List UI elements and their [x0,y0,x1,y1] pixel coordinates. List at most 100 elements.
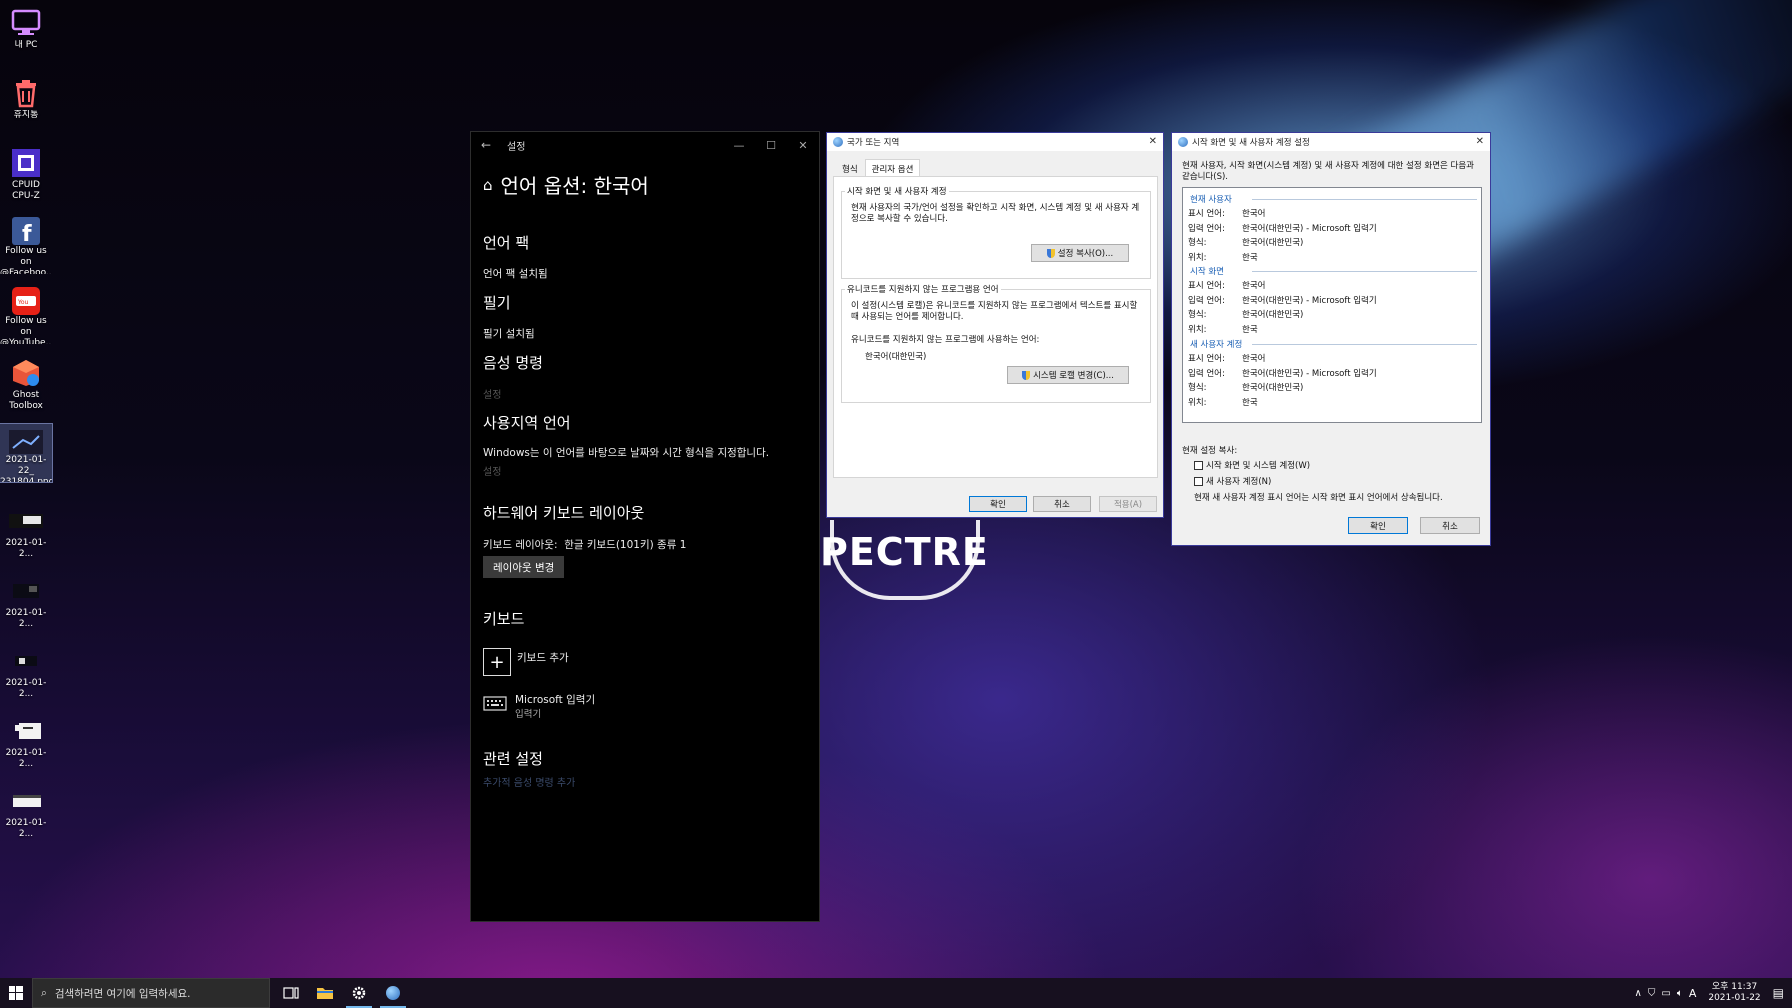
start-button[interactable] [0,978,32,1008]
summary-row-key: 형식: [1188,383,1207,393]
summary-section-heading: 새 사용자 계정 [1190,340,1243,350]
summary-row-key: 위치: [1188,324,1207,335]
desktop-icon-file-3[interactable]: 2021-01-2... [0,640,52,702]
apply-button[interactable]: 적용(A) [1099,496,1157,512]
checkbox-new-user[interactable]: 새 사용자 계정(N) [1194,475,1271,487]
svg-text:f: f [22,222,32,246]
summary-section-heading: 시작 화면 [1190,267,1224,277]
copy-dialog-title: 시작 화면 및 새 사용자 계정 설정 [1192,138,1310,148]
cancel-button[interactable]: 취소 [1420,517,1480,534]
related-link[interactable]: 추가적 음성 명령 추가 [483,774,575,789]
page-title-text: 언어 옵션: 한국어 [500,174,649,198]
copy-dialog-intro: 현재 사용자, 시작 화면(시스템 계정) 및 새 사용자 계정에 대한 설정 … [1182,161,1475,182]
desktop-icon-file-2[interactable]: 2021-01-2... [0,570,52,632]
page-title: ⌂ 언어 옵션: 한국어 [483,170,649,199]
wallpaper-logo-text: PECTRE [820,530,989,574]
region-taskbar-button[interactable] [376,978,410,1008]
settings-window: ← 설정 — ☐ ✕ ⌂ 언어 옵션: 한국어 언어 팩 언어 팩 설치됨 필기… [470,131,820,922]
summary-row-value: 한국어(대한민국) - Microsoft 입력기 [1242,223,1377,234]
clock-time: 오후 11:37 [1711,982,1758,992]
region-description: Windows는 이 언어를 바탕으로 날짜와 시간 형식을 지정합니다. [483,447,770,459]
related-settings-heading: 관련 설정 [483,750,543,768]
cancel-button[interactable]: 취소 [1033,496,1091,512]
checkbox-box [1194,477,1203,486]
clock[interactable]: 오후 11:37 2021-01-22 [1702,982,1766,1004]
checkbox-welcome-system[interactable]: 시작 화면 및 시스템 계정(W) [1194,459,1310,471]
change-system-locale-button[interactable]: 시스템 로캘 변경(C)... [1007,366,1129,384]
desktop-icon-screenshot-selected[interactable]: 2021-01-22_ 231804.png [0,423,53,483]
region-settings-link[interactable]: 설정 [483,463,501,478]
summary-row-key: 위치: [1188,397,1207,408]
volume-icon[interactable]: 🔈︎ [1677,988,1683,999]
change-layout-button[interactable]: 레이아웃 변경 [483,556,565,578]
home-icon: ⌂ [483,175,493,194]
desktop-icon-file-4[interactable]: 2021-01-2... [0,710,52,772]
language-pack-heading: 언어 팩 [483,234,530,252]
speech-settings-link[interactable]: 설정 [483,386,501,401]
desktop-icon-recycle-bin[interactable]: 휴지통 [0,72,52,134]
desktop-icon-cpu-z[interactable]: CPUID CPU-Z [0,142,52,204]
checkbox-box [1194,461,1203,470]
taskbar-search-box[interactable]: ⌕ 검색하려면 여기에 입력하세요. [32,978,270,1008]
summary-row-value: 한국어 [1242,209,1266,219]
ok-button[interactable]: 확인 [969,496,1027,512]
desktop-icon-youtube[interactable]: You Follow us on @YouTube... [0,282,52,344]
copy-settings-button[interactable]: 설정 복사(O)... [1031,244,1129,262]
notification-icon[interactable]: ▤ [1773,986,1784,1000]
close-icon[interactable]: ✕ [787,139,819,152]
settings-taskbar-button[interactable] [342,978,376,1008]
region-dialog: 국가 또는 지역 ✕ 형식 관리자 옵션 시작 화면 및 새 사용자 계정 현재… [826,132,1164,518]
security-icon[interactable]: ⛉ [1648,988,1656,999]
ime-indicator[interactable]: A [1689,987,1697,1000]
desktop-icon-file-1[interactable]: 2021-01-2... [0,500,52,562]
desktop-icon-facebook[interactable]: f Follow us on @Faceboo... [0,212,52,274]
chevron-up-icon[interactable]: ∧ [1635,988,1642,999]
desktop-icon-my-pc[interactable]: 내 PC [0,2,52,64]
summary-row-key: 입력 언어: [1188,223,1225,234]
windows-logo-icon [9,986,23,1000]
desktop-icon-ghost-toolbox[interactable]: Ghost Toolbox [0,352,52,414]
task-view-button[interactable] [274,978,308,1008]
image-file-icon [9,574,43,608]
monitor-icon [9,6,43,40]
folder-icon [317,988,333,999]
ime-name[interactable]: Microsoft 입력기 [515,692,595,707]
current-language-label: 유니코드를 지원하지 않는 프로그램에 사용하는 언어: [851,335,1040,345]
add-keyboard-label[interactable]: 키보드 추가 [517,650,569,665]
summary-row-key: 형식: [1188,310,1207,320]
summary-row-value: 한국 [1242,252,1258,263]
inherit-note: 현재 새 사용자 계정 표시 언어는 시작 화면 표시 언어에서 상속됩니다. [1194,493,1443,503]
copy-current-label: 현재 설정 복사: [1182,446,1238,456]
ghost-toolbox-icon [9,356,43,390]
youtube-icon: You [9,286,43,316]
image-file-icon [9,504,43,538]
image-file-icon [9,644,43,678]
system-tray: ∧ ⛉ ▭ 🔈︎ A 오후 11:37 2021-01-22 ▤ [1635,978,1792,1008]
summary-section-divider [1252,344,1477,345]
keyboard-layout-label: 키보드 레이아웃: [483,539,558,551]
add-keyboard-plus-icon[interactable]: + [483,648,511,676]
globe-icon [1178,137,1188,147]
copy-settings-dialog: 시작 화면 및 새 사용자 계정 설정 ✕ 현재 사용자, 시작 화면(시스템 … [1171,132,1491,546]
close-icon[interactable]: ✕ [1476,136,1484,147]
maximize-icon[interactable]: ☐ [755,139,787,152]
region-dialog-title: 국가 또는 지역 [847,138,900,148]
summary-row-value: 한국어(대한민국) [1242,383,1304,393]
close-icon[interactable]: ✕ [1149,136,1157,147]
summary-row-key: 위치: [1188,252,1207,263]
ime-sub: 입력기 [515,709,542,720]
search-placeholder: 검색하려면 여기에 입력하세요. [54,987,191,1000]
taskbar: ⌕ 검색하려면 여기에 입력하세요. ∧ ⛉ ▭ 🔈︎ A 오후 11:37 2… [0,978,1792,1008]
svg-text:You: You [17,299,29,306]
ok-button[interactable]: 확인 [1348,517,1408,534]
image-file-icon [9,428,43,455]
minimize-icon[interactable]: — [723,139,755,152]
network-icon[interactable]: ▭ [1661,988,1670,999]
keyboards-heading: 키보드 [483,610,525,628]
back-arrow-icon[interactable]: ← [471,138,501,152]
region-heading: 사용지역 언어 [483,414,571,432]
file-explorer-button[interactable] [308,978,342,1008]
summary-row-key: 입력 언어: [1188,368,1225,379]
desktop-icon-file-5[interactable]: 2021-01-2... [0,780,52,842]
keyboard-layout-value: 한글 키보드(101키) 종류 1 [564,539,687,551]
